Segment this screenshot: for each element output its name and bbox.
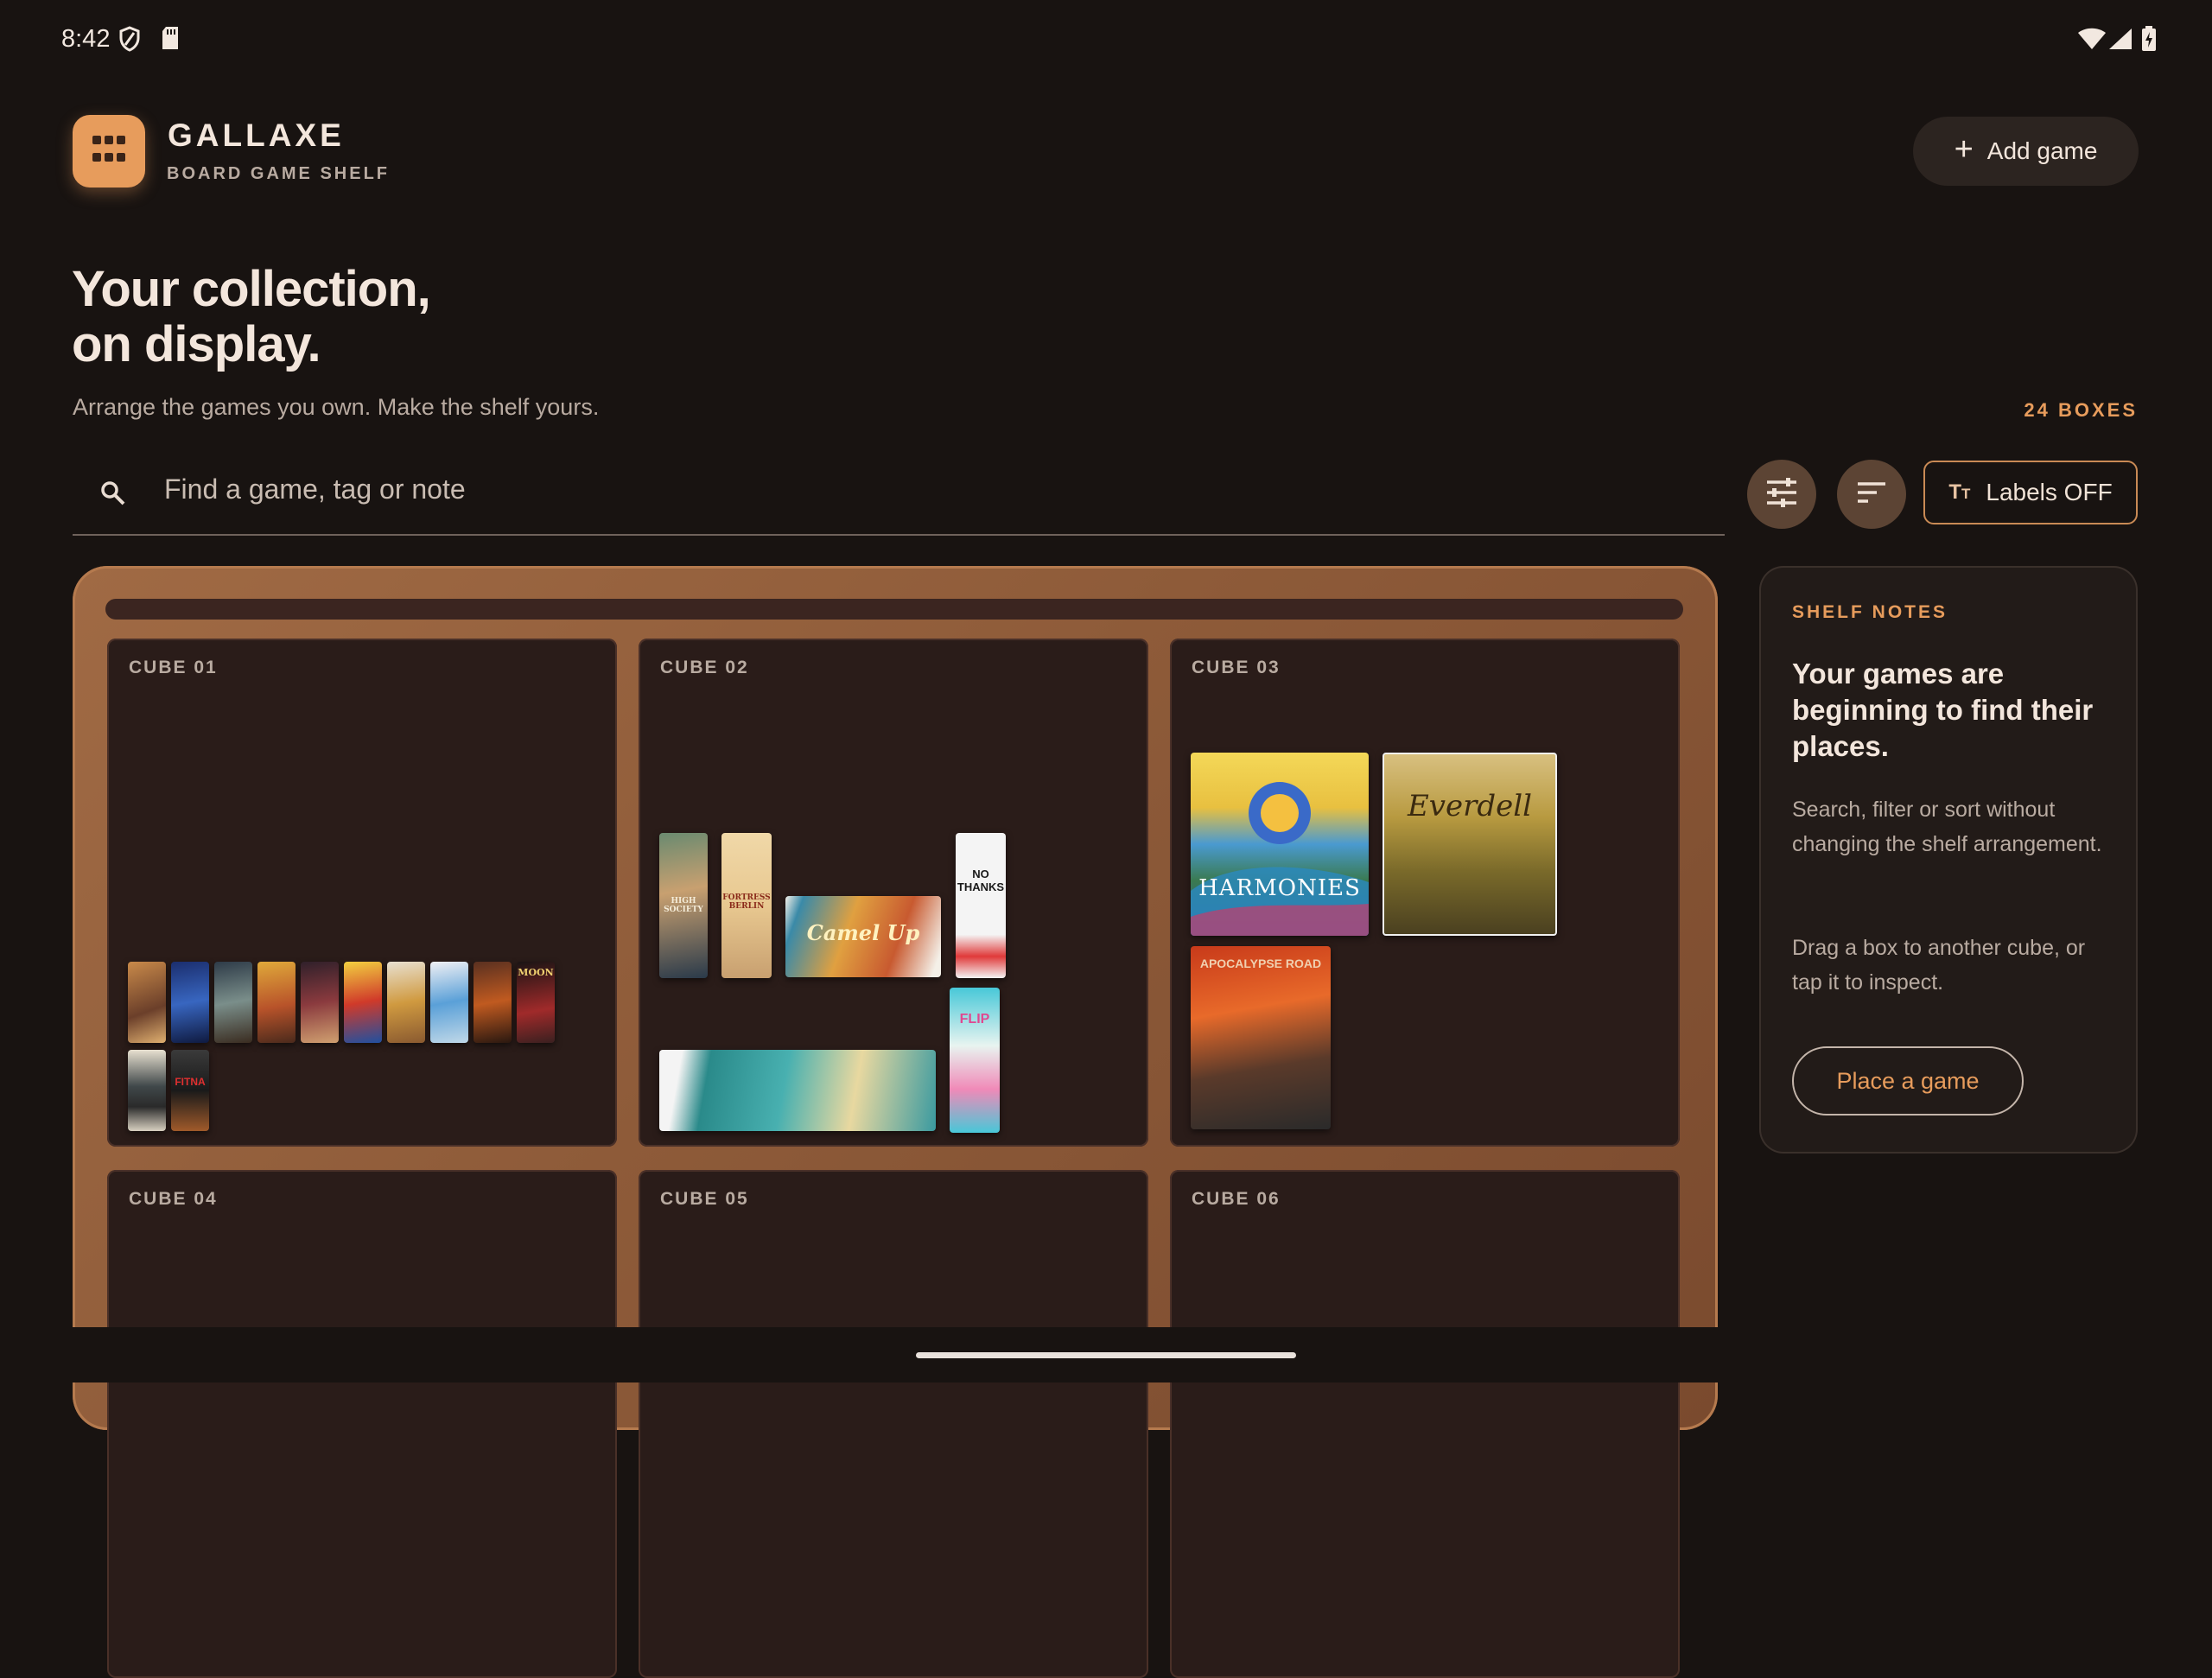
filter-button[interactable]	[1747, 460, 1816, 529]
place-game-button[interactable]: Place a game	[1792, 1046, 2024, 1115]
cube-06[interactable]: CUBE 06	[1170, 1170, 1680, 1678]
app-logo	[73, 115, 145, 188]
cube-04[interactable]: CUBE 04	[107, 1170, 617, 1678]
cover-title: FITNA	[175, 1076, 206, 1088]
game-box[interactable]	[344, 962, 382, 1043]
game-box[interactable]: APOCALYPSE ROAD	[1191, 946, 1331, 1129]
cover-title: NO THANKS	[957, 868, 1005, 893]
shield-icon	[118, 26, 141, 56]
add-game-button[interactable]: + Add game	[1913, 117, 2139, 186]
notes-kicker: SHELF NOTES	[1792, 602, 1948, 622]
wifi-icon	[2077, 28, 2107, 54]
cube-label: CUBE 04	[129, 1189, 218, 1209]
tune-icon	[1765, 477, 1798, 512]
game-box[interactable]: HIGH SOCIETY	[659, 833, 708, 978]
sort-icon	[1856, 480, 1887, 509]
title-line-2: on display.	[72, 316, 321, 372]
cover-title: Camel Up	[806, 920, 920, 945]
plus-icon: +	[1954, 131, 1974, 168]
add-game-label: Add game	[1986, 137, 2098, 164]
cover-title: FORTRESS BERLIN	[722, 893, 771, 911]
cube-02[interactable]: CUBE 02 HIGH SOCIETY FORTRESS BERLIN Cam…	[639, 639, 1148, 1147]
notes-heading: Your games are beginning to find their p…	[1792, 658, 2094, 762]
game-box[interactable]	[430, 962, 468, 1043]
search-bar	[73, 449, 1725, 536]
cover-title: FLIP	[959, 1012, 990, 1027]
shelf-top-rail	[105, 599, 1683, 620]
game-box[interactable]	[301, 962, 339, 1043]
search-input[interactable]	[162, 467, 1635, 512]
game-box[interactable]: Everdell	[1382, 753, 1557, 936]
status-bar: 8:42	[0, 0, 2212, 79]
game-box[interactable]: HARMONIES	[1191, 753, 1369, 936]
cover-title: APOCALYPSE ROAD	[1199, 957, 1322, 970]
cube-label: CUBE 01	[129, 658, 218, 677]
cube-label: CUBE 02	[660, 658, 749, 677]
game-box[interactable]	[171, 962, 209, 1043]
cube-label: CUBE 03	[1192, 658, 1281, 677]
cube-01[interactable]: CUBE 01 MOON FITNA	[107, 639, 617, 1147]
page-subtitle: Arrange the games you own. Make the shel…	[73, 394, 600, 420]
battery-charging-icon	[2141, 26, 2157, 56]
page-title: Your collection, on display.	[72, 261, 431, 372]
title-line-1: Your collection,	[72, 261, 431, 317]
game-box[interactable]	[387, 962, 425, 1043]
game-box[interactable]	[128, 1050, 166, 1131]
cube-label: CUBE 05	[660, 1189, 749, 1209]
cover-title: MOON	[518, 967, 554, 978]
signal-icon	[2108, 28, 2133, 54]
sd-card-icon	[161, 26, 180, 54]
app-tagline: BOARD GAME SHELF	[167, 164, 390, 183]
notes-paragraph: Drag a box to another cube, or tap it to…	[1792, 936, 2086, 995]
game-box[interactable]: Camel Up	[785, 896, 941, 977]
labels-toggle-button[interactable]: TT Labels OFF	[1923, 461, 2138, 524]
game-box[interactable]: FORTRESS BERLIN	[721, 833, 772, 978]
game-box[interactable]	[257, 962, 296, 1043]
game-box[interactable]: NO THANKS	[956, 833, 1006, 978]
shelf: CUBE 01 MOON FITNA CUBE 02 HIGH SOCIETY …	[73, 566, 1718, 1678]
status-time: 8:42	[61, 25, 111, 53]
cover-title: HARMONIES	[1198, 875, 1361, 901]
game-box[interactable]	[659, 1050, 936, 1131]
sort-button[interactable]	[1837, 460, 1906, 529]
search-icon	[100, 480, 126, 511]
cover-title: HIGH SOCIETY	[664, 897, 703, 914]
cube-05[interactable]: CUBE 05	[639, 1170, 1148, 1678]
game-box[interactable]: MOON	[517, 962, 555, 1043]
game-box[interactable]: FITNA	[171, 1050, 209, 1131]
text-size-icon: TT	[1948, 480, 1971, 504]
grid-icon	[92, 136, 125, 167]
game-box[interactable]	[474, 962, 512, 1043]
labels-toggle-label: Labels OFF	[1986, 479, 2113, 505]
shelf-notes-panel: SHELF NOTES Your games are beginning to …	[1759, 566, 2138, 1154]
harmonies-art	[1191, 782, 1369, 936]
game-box[interactable]: FLIP	[950, 988, 1000, 1133]
app-name: GALLAXE	[168, 118, 345, 153]
game-box[interactable]	[214, 962, 252, 1043]
gesture-handle[interactable]	[916, 1352, 1296, 1358]
box-count-badge: 24 BOXES	[2024, 399, 2138, 421]
game-box[interactable]	[128, 962, 166, 1043]
cube-03[interactable]: CUBE 03 HARMONIES Everdell APOCALYPSE RO…	[1170, 639, 1680, 1147]
notes-paragraph: Search, filter or sort without changing …	[1792, 798, 2102, 856]
cube-label: CUBE 06	[1192, 1189, 1281, 1209]
cover-title: Everdell	[1407, 789, 1533, 823]
